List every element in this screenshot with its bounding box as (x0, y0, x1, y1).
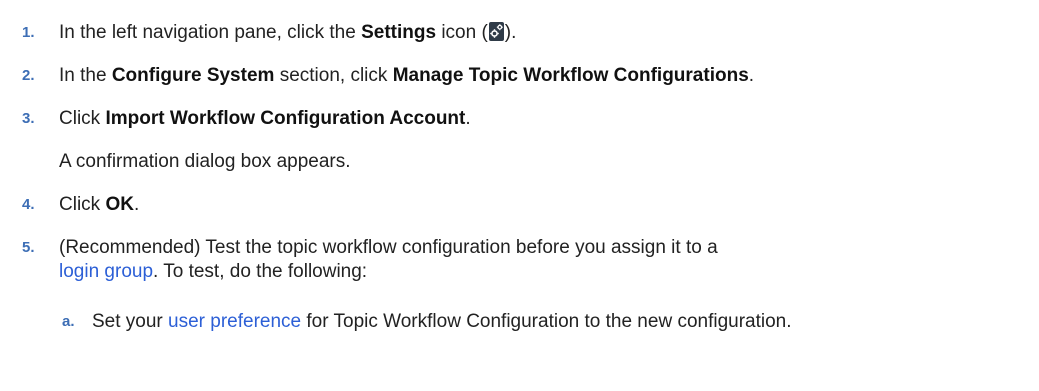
user-preference-link[interactable]: user preference (168, 311, 301, 332)
manage-topic-workflow-label: Manage Topic Workflow Configurations (392, 65, 749, 86)
substep-letter: a. (62, 313, 75, 330)
settings-gear-icon (488, 22, 504, 41)
step-number: 5. (22, 239, 35, 256)
step-number: 2. (22, 67, 35, 84)
step-number: 1. (22, 24, 35, 41)
ok-label: OK (105, 194, 134, 215)
configure-system-label: Configure System (111, 65, 275, 86)
step-number: 4. (22, 196, 35, 213)
step-4: 4. Click OK. (22, 194, 140, 215)
login-group-link[interactable]: login group (59, 261, 153, 282)
step-2: 2. In the Configure System section, click… (22, 65, 755, 86)
import-workflow-label: Import Workflow Configuration Account (105, 108, 466, 129)
step-3: 3. Click Import Workflow Configuration Ac… (22, 108, 471, 129)
step-number: 3. (22, 110, 35, 127)
step-5: 5. (Recommended) Test the topic workflow … (22, 237, 718, 282)
step-1: 1. In the left navigation pane, click the… (22, 22, 517, 43)
step-3-note: A confirmation dialog box appears. (59, 151, 351, 172)
settings-label: Settings (361, 22, 437, 43)
substep-a: a. Set your user preference for Topic Wor… (62, 311, 792, 332)
